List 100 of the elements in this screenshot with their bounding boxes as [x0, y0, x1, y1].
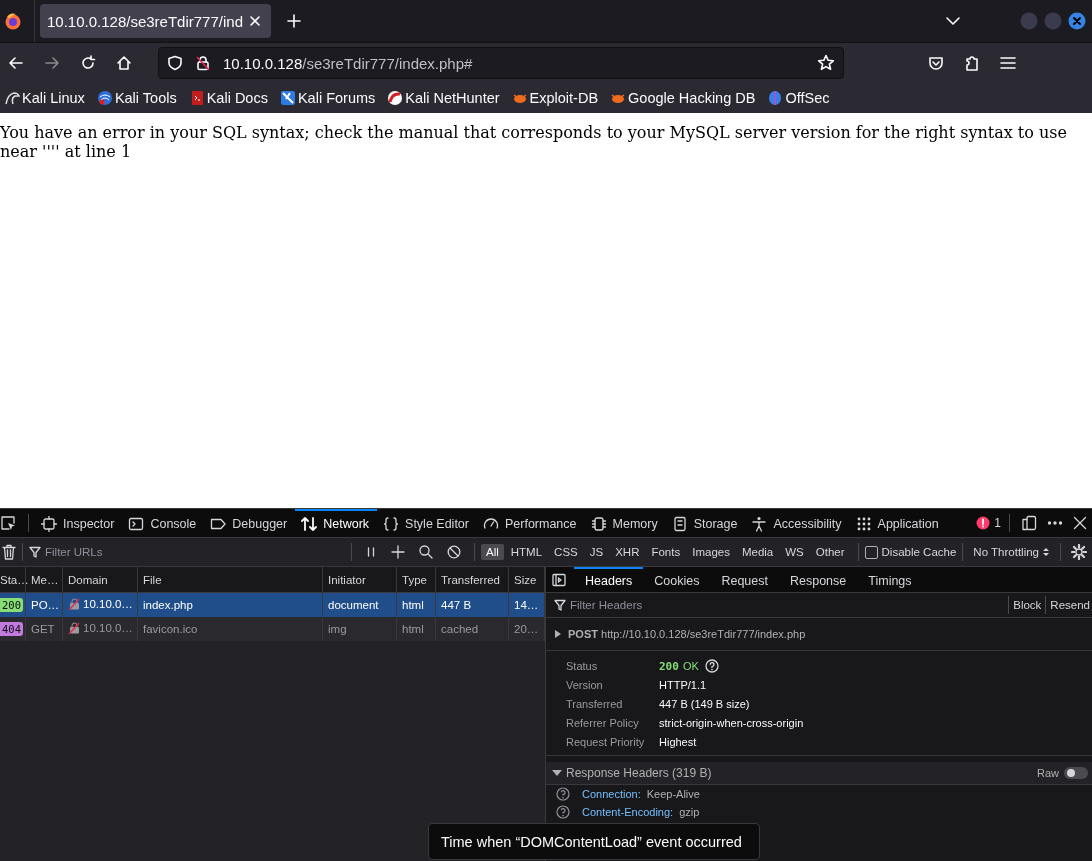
devtools-tab[interactable]: Accessibility — [745, 509, 850, 537]
type-filter-button[interactable]: HTML — [505, 544, 548, 560]
bookmark[interactable]: Kali Forums — [279, 90, 376, 106]
table-cell: PO… — [31, 599, 60, 611]
column-header[interactable]: Type — [396, 567, 436, 593]
help-icon[interactable] — [556, 805, 570, 819]
help-icon[interactable] — [556, 787, 570, 801]
filter-icon — [554, 599, 566, 611]
braces-icon — [383, 516, 400, 532]
devtools-tab[interactable]: Performance — [476, 509, 585, 537]
column-header[interactable]: Size — [508, 567, 545, 593]
devtools-tab[interactable]: Memory — [584, 509, 666, 537]
error-icon — [976, 516, 991, 530]
chip-icon — [41, 516, 57, 532]
error-count[interactable]: 1 — [976, 516, 1001, 530]
menu-icon[interactable] — [1000, 56, 1016, 70]
request-line: POST http://10.10.0.128/se3reTdir777/index.php — [568, 628, 806, 640]
column-header[interactable]: Sta… — [0, 567, 26, 593]
type-filter-button[interactable]: XHR — [610, 544, 645, 560]
bookmark[interactable]: Google Hacking DB — [610, 90, 756, 106]
settings-icon[interactable] — [1071, 544, 1087, 560]
type-filter-button[interactable]: Other — [810, 544, 850, 560]
pocket-icon[interactable] — [928, 55, 944, 71]
search-icon[interactable] — [419, 545, 433, 559]
devtools-tab[interactable]: Console — [122, 509, 205, 537]
forward-icon[interactable] — [44, 55, 60, 71]
column-header[interactable]: Domain — [62, 567, 138, 593]
pause-icon[interactable] — [365, 546, 377, 558]
caret-right-icon[interactable] — [554, 630, 562, 638]
tooltip: Time when “DOMContentLoad” event occurred — [428, 823, 760, 860]
devtools-tab[interactable]: Application — [849, 509, 947, 537]
star-icon[interactable] — [817, 54, 835, 72]
bookmark[interactable]: Kali Tools — [96, 90, 177, 106]
action-button[interactable]: Resend — [1048, 599, 1092, 611]
person-icon — [751, 516, 768, 532]
terminal-icon — [128, 516, 145, 532]
close-window-icon[interactable] — [1068, 12, 1086, 30]
type-filter-button[interactable]: Fonts — [646, 544, 686, 560]
panel-tab[interactable]: Response — [779, 567, 858, 592]
column-header[interactable]: Transferred — [435, 567, 509, 593]
new-tab-icon[interactable] — [287, 14, 301, 28]
sidebar-toggle-icon[interactable] — [552, 572, 566, 587]
action-button[interactable]: Block — [1011, 599, 1044, 611]
raw-toggle[interactable]: Raw — [1037, 767, 1088, 779]
table-cell: GET — [31, 623, 55, 635]
panel-tab[interactable]: Headers — [574, 567, 644, 592]
bookmark[interactable]: Exploit-DB — [511, 90, 599, 106]
tab-title: 10.10.0.128/se3reTdir777/ind — [47, 12, 243, 30]
home-icon[interactable] — [116, 55, 132, 71]
devtools-tab[interactable]: Debugger — [204, 509, 296, 537]
insecure-lock-icon[interactable] — [195, 55, 211, 71]
type-filter-button[interactable]: All — [481, 544, 504, 560]
updown-caret-icon — [1042, 546, 1050, 558]
plus-icon[interactable] — [391, 545, 405, 559]
panel-tab[interactable]: Request — [710, 567, 779, 592]
bookmark[interactable]: Kali NetHunter — [387, 90, 500, 106]
element-picker-icon[interactable] — [0, 515, 16, 531]
request-row[interactable]: 404 GET 10.10.0… favicon.ico img html cached 20… — [0, 617, 545, 641]
throttling-dropdown[interactable]: No Throttling — [969, 546, 1054, 558]
field-label: Version — [566, 679, 604, 691]
field-label: Status — [566, 660, 599, 672]
status-badge: 200 — [0, 598, 23, 612]
header-value: Keep-Alive — [646, 788, 700, 800]
disable-cache-checkbox[interactable]: Disable Cache — [864, 545, 957, 559]
trash-icon[interactable] — [2, 544, 16, 560]
type-filter-button[interactable]: CSS — [549, 544, 583, 560]
devtools-tab[interactable]: Inspector — [35, 509, 123, 537]
column-header[interactable]: Me… — [25, 567, 63, 593]
type-filter-button[interactable]: JS — [584, 544, 609, 560]
responsive-icon[interactable] — [1021, 515, 1037, 531]
close-icon[interactable] — [1073, 516, 1087, 530]
type-filter-button[interactable]: Images — [687, 544, 735, 560]
insecure-lock-icon — [68, 622, 80, 634]
panel-tab[interactable]: Cookies — [643, 567, 711, 592]
devtools-tab[interactable]: Storage — [665, 509, 746, 537]
devtools-tab[interactable]: Style Editor — [377, 509, 477, 537]
devtools-tab[interactable]: Network — [295, 509, 378, 537]
column-header[interactable]: Initiator — [322, 567, 397, 593]
globe-icon — [96, 90, 113, 106]
browser-tab[interactable]: 10.10.0.128/se3reTdir777/ind — [40, 4, 271, 38]
bookmark[interactable]: Kali Linux — [4, 90, 85, 106]
type-filter-button[interactable]: WS — [780, 544, 809, 560]
request-row[interactable]: 200 PO… 10.10.0… index.php document html 447 B 14… — [0, 592, 545, 617]
table-cell: 10.10.0… — [83, 598, 133, 610]
up-down-arrows-icon — [301, 516, 318, 532]
filter-field[interactable]: Filter Headers — [570, 599, 1007, 611]
puzzle-icon[interactable] — [964, 54, 980, 72]
type-filter-button[interactable]: Media — [736, 544, 779, 560]
filter-field[interactable]: Filter URLs — [45, 546, 345, 558]
block-icon[interactable] — [447, 545, 461, 559]
back-icon[interactable] — [8, 55, 24, 71]
chevron-down-icon[interactable] — [946, 16, 960, 26]
panel-tab[interactable]: Timings — [857, 567, 923, 592]
reload-icon[interactable] — [80, 55, 96, 71]
bookmark[interactable]: OffSec — [767, 90, 830, 106]
section-header[interactable]: Response Headers (319 B) — [552, 766, 712, 780]
column-header[interactable]: File — [137, 567, 323, 593]
browser-logo-icon[interactable] — [4, 12, 22, 30]
bookmark[interactable]: Kali Docs — [188, 90, 268, 106]
address-bar[interactable]: 10.10.0.128/se3reTdir777/index.php# — [158, 47, 844, 79]
